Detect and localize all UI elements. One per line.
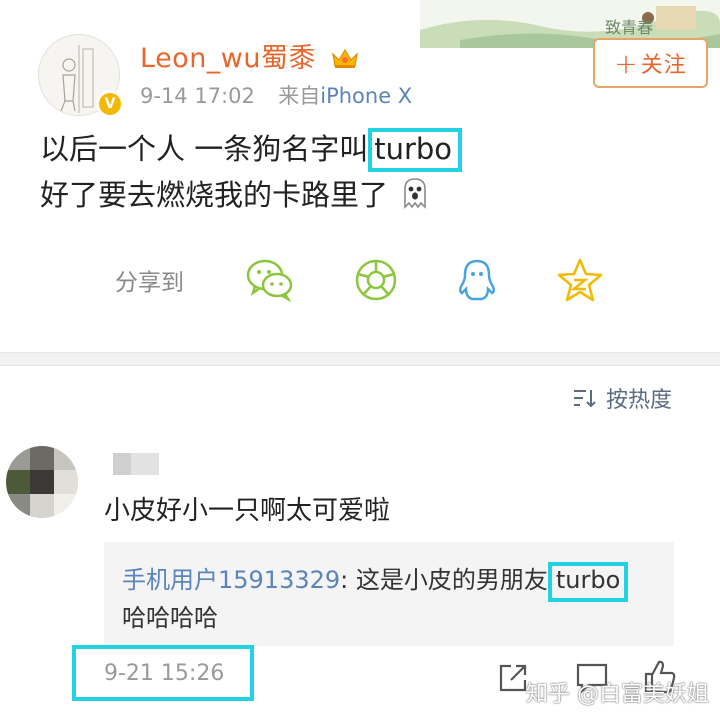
comment-time: 9-21 15:26 — [72, 645, 254, 701]
post-source-prefix: 来自 — [278, 84, 321, 108]
reply-username[interactable]: 手机用户15913329 — [122, 566, 340, 594]
reply-line-1: 手机用户15913329: 这是小皮的男朋友 turbo — [122, 560, 629, 602]
post-body: 以后一个人 一条狗名字叫 turbo 好了要去燃烧我的卡路里了 — [40, 126, 463, 218]
post-line-2: 好了要去燃烧我的卡路里了 — [40, 172, 462, 218]
reply-line-2: 哈哈哈哈 — [122, 604, 218, 632]
crown-icon — [331, 46, 359, 77]
share-row: 分享到 — [115, 255, 615, 305]
commenter-name-blurred[interactable] — [113, 453, 159, 475]
section-divider — [0, 352, 720, 366]
moments-icon[interactable] — [351, 257, 401, 303]
reply-box[interactable]: 手机用户15913329: 这是小皮的男朋友 turbo 哈哈哈哈 — [104, 542, 674, 646]
post-time: 9-14 17:02 — [140, 84, 255, 108]
post-meta: 9-14 17:02 来自iPhone X — [140, 80, 412, 110]
comment-text: 小皮好小一只啊太可爱啦 — [104, 496, 391, 526]
qzone-icon[interactable] — [555, 257, 605, 303]
commenter-avatar[interactable] — [6, 446, 78, 518]
follow-button[interactable]: + 关注 — [593, 38, 708, 88]
post-source[interactable]: iPhone X — [320, 84, 412, 108]
follow-label: 关注 — [640, 53, 687, 78]
share-icon[interactable] — [497, 662, 529, 694]
wechat-icon[interactable] — [245, 257, 295, 303]
author-name-text: Leon_wu蜀黍 — [140, 43, 317, 74]
reply-text: : 这是小皮的男朋友 — [340, 566, 548, 594]
share-label: 分享到 — [115, 270, 184, 296]
verified-badge-icon: V — [96, 90, 124, 118]
ghost-emoji-icon — [397, 175, 433, 211]
watermark: 知乎 @白富美妖姐 — [526, 682, 709, 707]
highlight-box: turbo — [368, 128, 463, 172]
sort-icon — [574, 390, 596, 408]
sort-label: 按热度 — [606, 388, 673, 413]
banner-text: 致青春 — [605, 18, 654, 37]
author-name[interactable]: Leon_wu蜀黍 — [140, 36, 359, 77]
sort-by-hot-button[interactable]: 按热度 — [572, 382, 672, 414]
reply-highlight-box: turbo — [547, 562, 629, 602]
qq-icon[interactable] — [452, 257, 502, 303]
plus-icon: + — [614, 46, 639, 80]
author-avatar[interactable]: V — [38, 34, 124, 118]
post-line-1: 以后一个人 一条狗名字叫 turbo — [40, 126, 463, 172]
